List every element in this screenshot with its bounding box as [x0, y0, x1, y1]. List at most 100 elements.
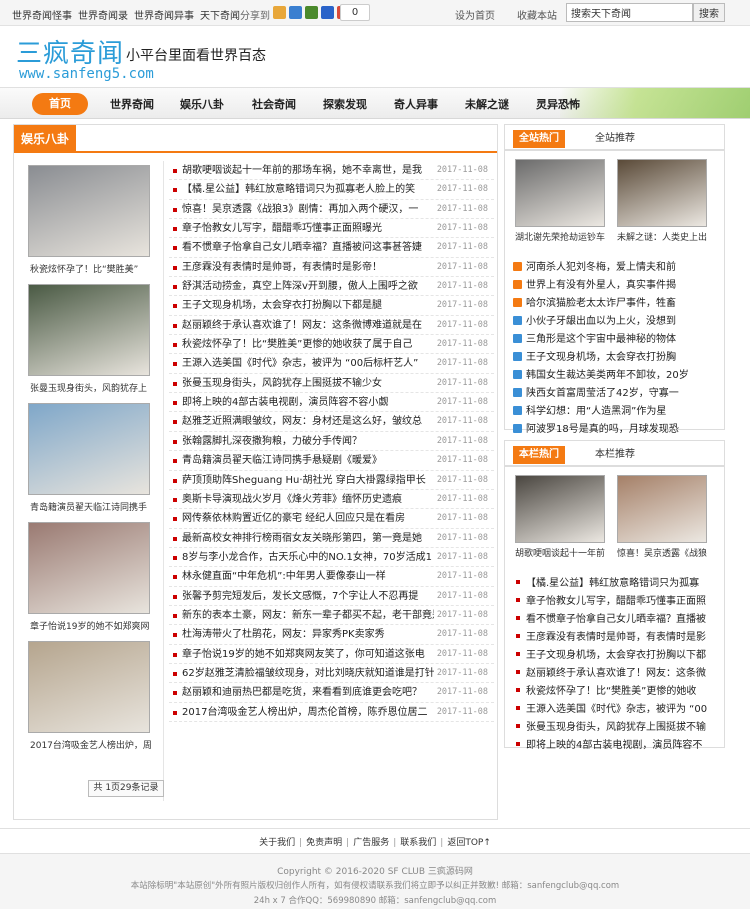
footer-link-top[interactable]: 返回TOP↑ — [447, 838, 491, 848]
article-title[interactable]: 惊喜！吴京透露《战狼3》剧情：再加入两个硬汉，一 — [182, 200, 434, 219]
article-title[interactable]: 张曼玉现身街头，风韵犹存上围挺拔不输少女 — [182, 374, 434, 393]
article-title[interactable]: 青岛籍演员翟天临江诗同携手悬疑剧《暖爱》 — [182, 451, 434, 470]
sidebar-thumb-caption[interactable]: 胡歌哽咽谈起十一年前 — [515, 546, 607, 559]
sidebar-list-item[interactable]: 世界上有没有外星人，真实事件揭 — [513, 277, 720, 295]
thumbnail-image[interactable] — [28, 165, 150, 257]
sidebar-item-label[interactable]: 王源入选美国《时代》杂志，被评为 “00 — [526, 704, 707, 715]
sidebar-list-item[interactable]: 王彦霖没有表情时是帅哥，有表情时是影 — [513, 629, 720, 647]
sidebar-list-item[interactable]: 王源入选美国《时代》杂志，被评为 “00 — [513, 701, 720, 719]
sidebar-item-label[interactable]: 世界上有没有外星人，真实事件揭 — [526, 280, 676, 291]
article-title[interactable]: 赵丽颖终于承认喜欢谁了！网友：这条微博难道就是在 — [182, 316, 434, 335]
article-title[interactable]: 赵丽颖和迪丽热巴都是吃货，来看看到底谁更会吃吧？ — [182, 683, 434, 702]
thumbnail-image[interactable] — [28, 403, 150, 495]
nav-item-oddpeople[interactable]: 奇人异事 — [394, 96, 438, 112]
sidebar-list-item[interactable]: 哈尔滨猫脸老太太诈尸事件，牲畜 — [513, 295, 720, 313]
set-home-link[interactable]: 设为首页 — [455, 7, 495, 22]
sidebar-thumb-caption[interactable]: 未解之谜：人类史上出 — [617, 230, 709, 243]
sidebar-list-item[interactable]: 王子文现身机场，太会穿衣打扮胸以下都 — [513, 647, 720, 665]
article-title[interactable]: 章子怡教女儿写字，醋醋乖巧懂事正面照曝光 — [182, 219, 434, 238]
tab-site-hot[interactable]: 全站热门 — [513, 130, 565, 148]
sidebar-item-label[interactable]: 章子怡教女儿写字，醋醋乖巧懂事正面照 — [526, 596, 706, 607]
sidebar-list-item[interactable]: 河南杀人犯刘冬梅，爱上情夫和前 — [513, 259, 720, 277]
sidebar-list-item[interactable]: 秋瓷炫怀孕了！比“樊胜美”更惨的她收 — [513, 683, 720, 701]
tab-column-recommend[interactable]: 本栏推荐 — [589, 446, 641, 464]
sidebar-item-label[interactable]: 看不惯章子怡拿自己女儿晒幸福？直播被 — [526, 614, 706, 625]
article-title[interactable]: 王子文现身机场，太会穿衣打扮胸以下都是腿 — [182, 296, 434, 315]
thumbnail-card[interactable]: 张曼玉现身街头，风韵犹存上 — [28, 284, 164, 403]
sidebar-item-label[interactable]: 三角形是这个宇宙中最神秘的物体 — [526, 334, 676, 345]
sidebar-item-label[interactable]: 王子文现身机场，太会穿衣打扮胸 — [526, 352, 676, 363]
thumbnail-card[interactable]: 2017台湾吸金艺人榜出炉，周 — [28, 641, 164, 760]
article-title[interactable]: 赵雅芝近照满眼皱纹，网友：身材还是这么好，皱纹总 — [182, 412, 434, 431]
thumbnail-card[interactable]: 青岛籍演员翟天临江诗同携手 — [28, 403, 164, 522]
sidebar-list-item[interactable]: 陕西女首富周莹活了42岁，守寡一 — [513, 385, 720, 403]
bookmark-link[interactable]: 收藏本站 — [517, 7, 557, 22]
search-input[interactable] — [566, 3, 693, 22]
sidebar-list-item[interactable]: 阿波罗18号是真的吗，月球发现恐 — [513, 421, 720, 439]
sidebar-thumb-card[interactable]: 湖北谢先荣抢劫运钞车 — [515, 159, 607, 243]
tab-site-recommend[interactable]: 全站推荐 — [589, 130, 641, 148]
sidebar-thumb-image[interactable] — [617, 475, 707, 543]
article-title[interactable]: 胡歌哽咽谈起十一年前的那场车祸，她不幸离世，是我 — [182, 161, 434, 180]
footer-link-disclaimer[interactable]: 免责声明 — [306, 838, 342, 848]
sidebar-item-label[interactable]: 哈尔滨猫脸老太太诈尸事件，牲畜 — [526, 298, 676, 309]
article-title[interactable]: 看不惯章子怡拿自己女儿晒幸福？直播被问这事甚答婕 — [182, 238, 434, 257]
article-title[interactable]: 王彦霖没有表情时是帅哥，有表情时是影帝！ — [182, 258, 434, 277]
article-title[interactable]: 最新高校女神排行榜雨宿女友关晓彤第四，第一竟是她 — [182, 529, 434, 548]
site-logo[interactable]: 三疯奇闻 — [16, 33, 124, 70]
article-title[interactable]: 王源入选美国《时代》杂志，被评为 “00后标杆艺人” — [182, 354, 434, 373]
sidebar-item-label[interactable]: 阿波罗18号是真的吗，月球发现恐 — [526, 424, 679, 435]
article-title[interactable]: 张翰露脚扎深夜撒狗粮，力破分手传闻？ — [182, 432, 434, 451]
sidebar-list-item[interactable]: 小伙子牙龈出血以为上火，没想到 — [513, 313, 720, 331]
sidebar-list-item[interactable]: 韩国女生裁达美类两年不卸妆，20岁 — [513, 367, 720, 385]
article-title[interactable]: 秋瓷炫怀孕了！比“樊胜美”更惨的她收获了属于自己 — [182, 335, 434, 354]
thumbnail-image[interactable] — [28, 641, 150, 733]
thumbnail-card[interactable]: 秋瓷炫怀孕了！比“樊胜美” — [28, 165, 164, 284]
sidebar-item-label[interactable]: 河南杀人犯刘冬梅，爱上情夫和前 — [526, 262, 676, 273]
article-title[interactable]: 林永健直面“中年危机”:中年男人要像泰山一样 — [182, 567, 434, 586]
sidebar-item-label[interactable]: 小伙子牙龈出血以为上火，没想到 — [526, 316, 676, 327]
top-link-2[interactable]: 世界奇闻录 — [78, 7, 128, 22]
sidebar-list-item[interactable]: 即将上映的4部古装电视剧，演员阵容不 — [513, 737, 720, 755]
nav-item-horror[interactable]: 灵异恐怖 — [536, 96, 580, 112]
top-link-4[interactable]: 天下奇闻 — [200, 7, 240, 22]
share-weibo-icon[interactable] — [289, 6, 302, 19]
article-title[interactable]: 8岁与李小龙合作，古天乐心中的NO.1女神，70岁活成1 — [182, 548, 434, 567]
search-button[interactable]: 搜索 — [693, 3, 725, 22]
article-title[interactable]: 即将上映的4部古装电视剧，演员阵容不容小觑 — [182, 393, 434, 412]
sidebar-item-label[interactable]: 赵丽颖终于承认喜欢谁了！网友：这条微 — [526, 668, 706, 679]
nav-item-world[interactable]: 世界奇闻 — [110, 96, 154, 112]
article-title[interactable]: 杜海涛带火了杜鹃花，网友：异家秀PK卖家秀 — [182, 625, 434, 644]
tab-column-hot[interactable]: 本栏热门 — [513, 446, 565, 464]
article-title[interactable]: 章子怡说19岁的她不如郑爽网友笑了，你可知道这张电 — [182, 645, 434, 664]
sidebar-item-label[interactable]: 秋瓷炫怀孕了！比“樊胜美”更惨的她收 — [526, 686, 696, 697]
sidebar-thumb-caption[interactable]: 惊喜！吴京透露《战狼 — [617, 546, 709, 559]
nav-home[interactable]: 首页 — [32, 93, 88, 115]
sidebar-thumb-caption[interactable]: 湖北谢先荣抢劫运钞车 — [515, 230, 607, 243]
sidebar-list-item[interactable]: 看不惯章子怡拿自己女儿晒幸福？直播被 — [513, 611, 720, 629]
sidebar-item-label[interactable]: 科学幻想：用“人造黑洞”作为星 — [526, 406, 666, 417]
sidebar-thumb-image[interactable] — [617, 159, 707, 227]
thumbnail-caption[interactable]: 张曼玉现身街头，风韵犹存上 — [30, 381, 164, 394]
thumbnail-caption[interactable]: 章子怡说19岁的她不如郑爽网 — [30, 619, 164, 632]
sidebar-list-item[interactable]: 张曼玉现身街头，风韵犹存上围挺拔不输 — [513, 719, 720, 737]
thumbnail-card[interactable]: 章子怡说19岁的她不如郑爽网 — [28, 522, 164, 641]
footer-link-contact[interactable]: 联系我们 — [400, 838, 436, 848]
share-qzone-icon[interactable] — [273, 6, 286, 19]
sidebar-thumb-card[interactable]: 胡歌哽咽谈起十一年前 — [515, 475, 607, 559]
top-link-1[interactable]: 世界奇闻怪事 — [12, 7, 72, 22]
share-wechat-icon[interactable] — [305, 6, 318, 19]
thumbnail-caption[interactable]: 2017台湾吸金艺人榜出炉，周 — [30, 738, 164, 751]
article-title[interactable]: 萨顶顶助阵Sheguang Hu·胡社光 穿白大褂露绿指甲长 — [182, 471, 434, 490]
sidebar-list-item[interactable]: 王子文现身机场，太会穿衣打扮胸 — [513, 349, 720, 367]
sidebar-item-label[interactable]: 王彦霖没有表情时是帅哥，有表情时是影 — [526, 632, 706, 643]
article-title[interactable]: 62岁赵雅芝清脸福皱纹现身，对比刘晓庆就知道谁是打针 — [182, 664, 434, 683]
article-title[interactable]: 奥斯卡导演现战火岁月《烽火芳菲》缅怀历史遗痕 — [182, 490, 434, 509]
share-baidu-icon[interactable] — [321, 6, 334, 19]
thumbnail-caption[interactable]: 秋瓷炫怀孕了！比“樊胜美” — [30, 262, 164, 275]
footer-link-about[interactable]: 关于我们 — [259, 838, 295, 848]
article-title[interactable]: 新东的表本土豪，网友：新东一辈子都买不起，老干部竟是隐 — [182, 606, 434, 625]
footer-link-ads[interactable]: 广告服务 — [353, 838, 389, 848]
article-title[interactable]: 舒淇活动捞金，真空上阵深v开到腰，傲人上围呼之欲 — [182, 277, 434, 296]
sidebar-list-item[interactable]: 科学幻想：用“人造黑洞”作为星 — [513, 403, 720, 421]
